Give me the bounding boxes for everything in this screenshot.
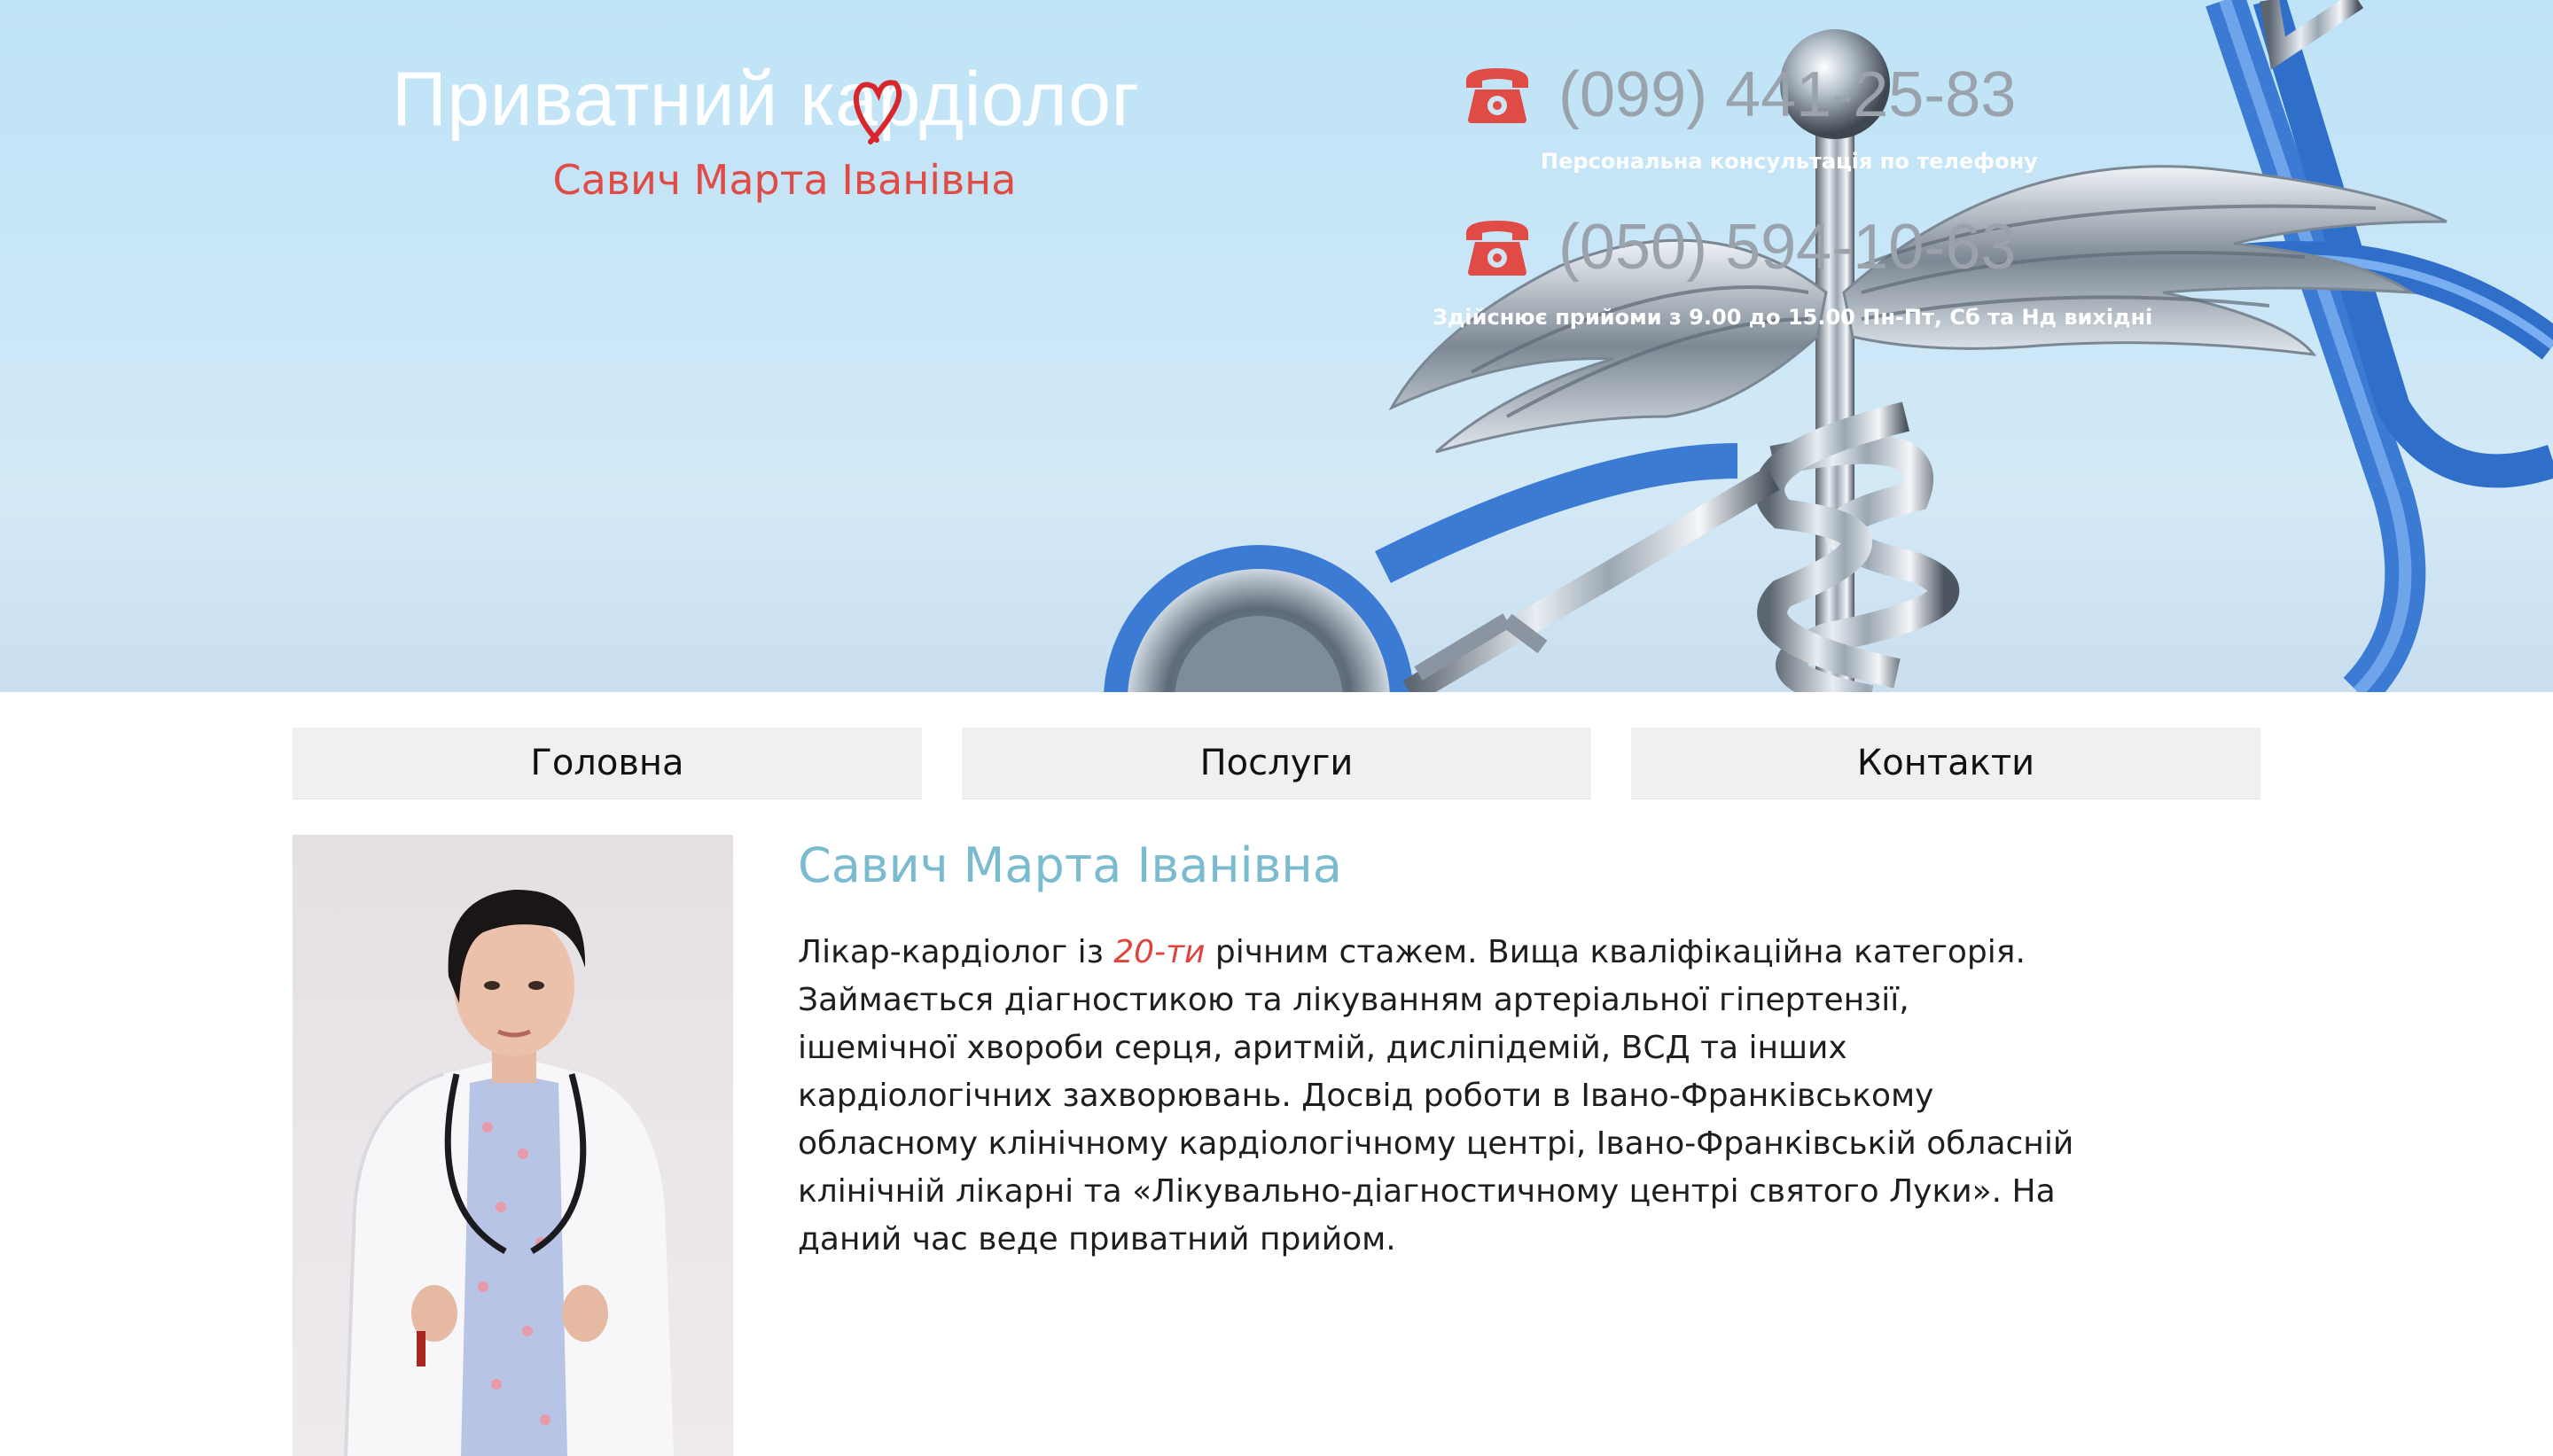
caduceus-stethoscope-image [1104, 0, 2553, 692]
phone-row-2[interactable]: (050) 594-10-63 [1463, 211, 2016, 284]
phone-note-1: Персональна консультація по телефону [1541, 149, 2038, 174]
nav-item-home[interactable]: Головна [293, 728, 922, 799]
header-banner: Приватний кардіолог Савич Марта Іванівна… [0, 0, 2553, 692]
doctor-subtitle: Савич Марта Іванівна [552, 156, 1017, 204]
phone-number-1[interactable]: (099) 441-25-83 [1558, 58, 2016, 131]
doctor-name-heading: Савич Марта Іванівна [798, 837, 1342, 893]
doctor-bio: Лікар-кардіолог із 20-ти річним стажем. … [798, 929, 2074, 1264]
doctor-portrait-illustration [344, 889, 674, 1456]
heart-icon [853, 80, 902, 144]
bio-text-after: річним стажем. Вища кваліфікаційна катег… [798, 934, 2074, 1257]
telephone-icon [1466, 221, 1528, 276]
phone-row-1[interactable]: (099) 441-25-83 [1463, 58, 2016, 131]
nav-item-services[interactable]: Послуги [962, 728, 1591, 799]
main-navigation: Головна Послуги Контакти [293, 728, 2260, 799]
bio-text-before: Лікар-кардіолог із [798, 934, 1114, 970]
nav-item-contacts[interactable]: Контакти [1631, 728, 2260, 799]
experience-highlight: 20-ти [1113, 934, 1206, 970]
phone-number-2[interactable]: (050) 594-10-63 [1558, 211, 2016, 284]
doctor-portrait [293, 835, 733, 1456]
telephone-icon [1466, 68, 1528, 123]
phone-note-2: Здійснює прийоми з 9.00 до 15.00 Пн-Пт, … [1433, 305, 2153, 330]
site-title: Приватний кардіолог [392, 57, 1140, 142]
